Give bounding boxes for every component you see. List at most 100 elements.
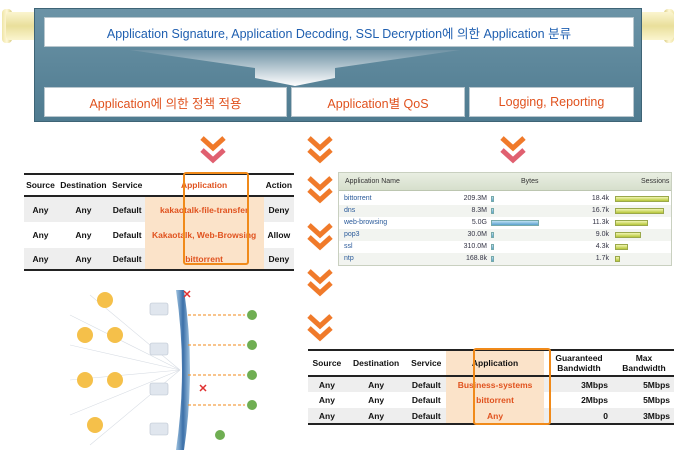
bytes-value: 30.0M bbox=[467, 231, 487, 238]
funnel-arrow bbox=[130, 50, 460, 86]
sessions-value: 9.0k bbox=[595, 231, 609, 238]
table-row: Any Any Default kakaotalk-file-transfer … bbox=[24, 196, 294, 222]
table-cell: Default bbox=[406, 392, 447, 408]
table-cell: 2Mbps bbox=[544, 392, 614, 408]
column-header: Service bbox=[406, 349, 447, 377]
table-cell: Default bbox=[406, 376, 447, 392]
monitor-row: dns 8.3M 16.7k bbox=[339, 205, 671, 217]
bytes-value: 168.8k bbox=[465, 255, 487, 262]
sessions-bar bbox=[615, 196, 669, 202]
table-cell: Any bbox=[56, 196, 110, 222]
table-cell: kakaotalk-file-transfer bbox=[144, 196, 264, 222]
application-monitor: Application Name Bytes Sessions bittorre… bbox=[338, 172, 672, 266]
table-cell: Any bbox=[345, 376, 407, 392]
table-cell: Allow bbox=[263, 222, 294, 248]
logging-box: Logging, Reporting bbox=[469, 87, 634, 117]
table-cell: 5Mbps bbox=[614, 376, 674, 392]
table-cell: Any bbox=[345, 392, 407, 408]
table-cell: Any bbox=[24, 248, 57, 271]
bytes-value: 310.0M bbox=[463, 243, 487, 250]
table-cell: Any bbox=[24, 222, 57, 248]
table-row: Any Any Default bittorrent Deny bbox=[24, 248, 294, 271]
monitor-header: Application Name Bytes Sessions bbox=[339, 173, 671, 191]
user-icon bbox=[77, 292, 123, 433]
bytes-bar bbox=[491, 232, 494, 238]
column-header: Sessions bbox=[641, 178, 670, 185]
chevron-down-icon bbox=[500, 136, 526, 164]
chevron-down-icon bbox=[200, 136, 226, 164]
table-cell: bittorrent bbox=[144, 248, 264, 271]
app-name: web-browsing bbox=[344, 219, 388, 226]
bytes-bar bbox=[491, 220, 539, 226]
sessions-value: 16.7k bbox=[591, 207, 609, 214]
monitor-row: pop3 30.0M 9.0k bbox=[339, 229, 671, 241]
bytes-bar bbox=[491, 244, 494, 250]
column-header: Application Name bbox=[345, 178, 400, 185]
bytes-bar bbox=[491, 208, 494, 214]
policy-box: Application에 의한 정책 적용 bbox=[44, 87, 287, 117]
bytes-value: 209.3M bbox=[463, 195, 487, 202]
table-cell: Any bbox=[308, 408, 346, 425]
app-name: bittorrent bbox=[344, 195, 372, 202]
table-header-row: Source Destination Service Application A… bbox=[24, 173, 294, 197]
column-header: Destination bbox=[56, 173, 110, 197]
policy-table: Source Destination Service Application A… bbox=[24, 173, 294, 271]
table-cell: 5Mbps bbox=[614, 392, 674, 408]
monitor-row: ntp 168.8k 1.7k bbox=[339, 253, 671, 265]
sessions-value: 1.7k bbox=[595, 255, 609, 262]
app-name: ntp bbox=[344, 255, 354, 262]
monitor-row: bittorrent 209.3M 18.4k bbox=[339, 193, 671, 205]
table-cell: Any bbox=[24, 196, 57, 222]
column-header: Destination bbox=[345, 349, 407, 377]
chevron-down-icon bbox=[307, 176, 333, 204]
sessions-bar bbox=[615, 256, 621, 262]
table-header-row: Source Destination Service Application G… bbox=[308, 349, 674, 377]
sessions-value: 4.3k bbox=[595, 243, 609, 250]
app-name: pop3 bbox=[344, 231, 360, 238]
qos-box: Application별 QoS bbox=[291, 87, 465, 117]
table-cell: Default bbox=[109, 196, 145, 222]
table-cell: Default bbox=[109, 248, 145, 271]
table-cell: Deny bbox=[263, 248, 294, 271]
column-header: Source bbox=[24, 173, 57, 197]
table-cell: Any bbox=[308, 376, 346, 392]
table-cell: Any bbox=[345, 408, 407, 425]
table-cell: Any bbox=[308, 392, 346, 408]
table-row: Any Any Default Business-systems 3Mbps 5… bbox=[308, 376, 674, 392]
table-row: Any Any Default bittorrent 2Mbps 5Mbps bbox=[308, 392, 674, 408]
column-header: Application bbox=[446, 349, 544, 377]
table-row: Any Any Default Kakaotalk, Web-Browsing … bbox=[24, 222, 294, 248]
table-cell: Default bbox=[109, 222, 145, 248]
user-cluster bbox=[69, 294, 181, 446]
table-cell: Any bbox=[56, 222, 110, 248]
table-cell: Any bbox=[56, 248, 110, 271]
column-header: Action bbox=[263, 173, 294, 197]
sessions-bar bbox=[615, 220, 649, 226]
table-cell: bittorrent bbox=[446, 392, 544, 408]
classification-box: Application Signature, Application Decod… bbox=[44, 17, 634, 47]
sessions-bar bbox=[615, 244, 628, 250]
table-cell: Kakaotalk, Web-Browsing bbox=[144, 222, 264, 248]
sessions-value: 11.3k bbox=[592, 219, 609, 226]
table-cell: 3Mbps bbox=[544, 376, 614, 392]
chevron-down-icon bbox=[307, 223, 333, 251]
column-header: Max Bandwidth bbox=[614, 349, 674, 377]
table-cell: Default bbox=[406, 408, 447, 425]
column-header: Bytes bbox=[521, 178, 539, 185]
chevron-down-icon bbox=[307, 136, 333, 164]
column-header: Application bbox=[144, 173, 264, 197]
bytes-value: 8.3M bbox=[471, 207, 487, 214]
app-name: ssl bbox=[344, 243, 353, 250]
table-cell: Deny bbox=[263, 196, 294, 222]
table-cell: Business-systems bbox=[446, 376, 544, 392]
table-cell: 3Mbps bbox=[614, 408, 674, 425]
app-name: dns bbox=[344, 207, 356, 214]
column-header: Guaranteed Bandwidth bbox=[544, 349, 614, 377]
network-illustration bbox=[69, 290, 257, 450]
sessions-bar bbox=[615, 208, 664, 214]
column-header: Source bbox=[308, 349, 346, 377]
sessions-bar bbox=[615, 232, 642, 238]
bytes-value: 5.0G bbox=[471, 219, 487, 226]
bytes-bar bbox=[491, 196, 494, 202]
table-cell: Any bbox=[446, 408, 544, 425]
